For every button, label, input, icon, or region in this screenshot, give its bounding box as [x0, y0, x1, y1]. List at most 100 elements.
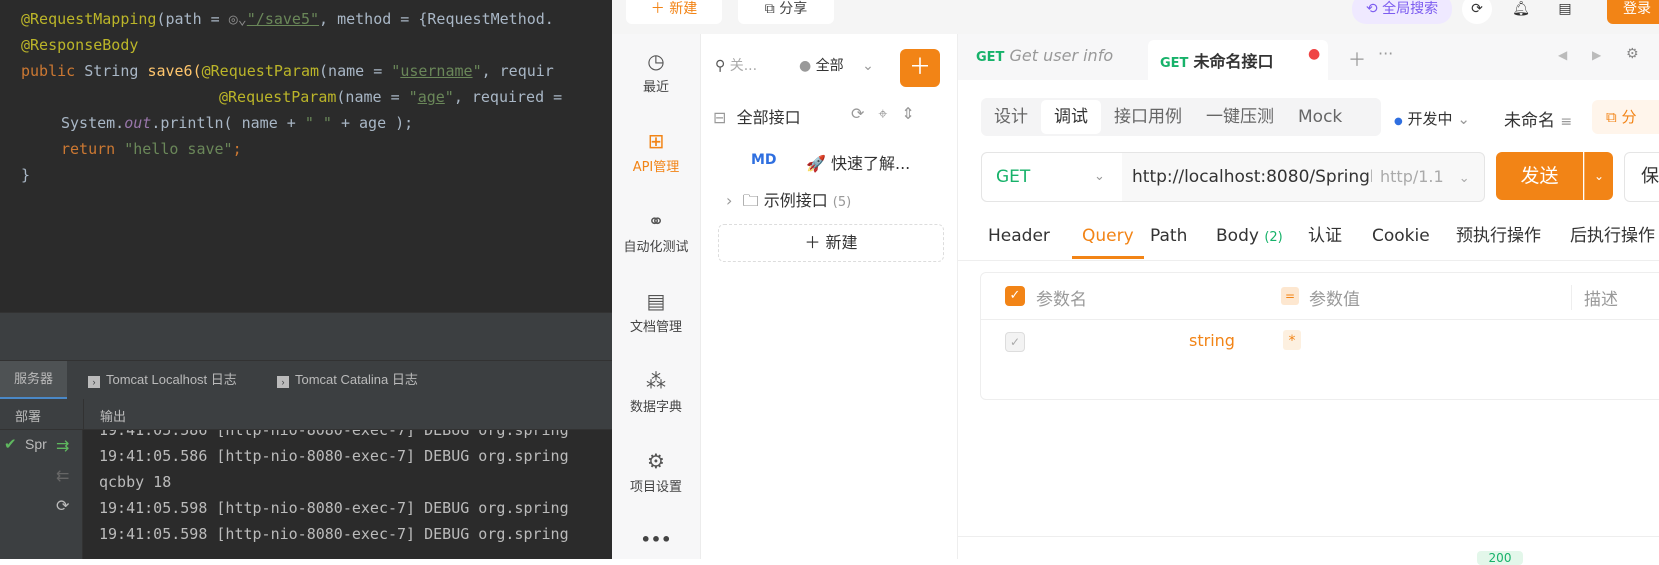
tab-design[interactable]: 设计 — [981, 98, 1041, 136]
flow-icon: ⚭ — [647, 209, 665, 233]
horizontal-scrollbar[interactable] — [0, 312, 612, 323]
add-api-button[interactable]: ＋ — [900, 49, 940, 87]
clock-icon: ◷ — [647, 49, 665, 73]
console-line: 19:41:05.586 [http-nio-8080-exec-7] DEBU… — [99, 430, 569, 439]
mode-tabs: 设计 调试 接口用例 一键压测 Mock — [981, 98, 1381, 136]
code-line-6: return "hello save"; — [61, 140, 242, 158]
console-line: 19:41:05.598 [http-nio-8080-exec-7] DEBU… — [99, 499, 569, 517]
bell-icon[interactable]: 🔔︎ — [1506, 0, 1536, 24]
undeploy-icon[interactable]: ⇇ — [56, 466, 69, 485]
chevron-down-icon: ⌄ — [862, 58, 874, 74]
tab-path[interactable]: Path — [1150, 214, 1187, 258]
url-input[interactable]: http://localhost:8080/SpringM — [1132, 153, 1372, 201]
protocol-select[interactable]: http/1.1 ⌄ — [1380, 153, 1480, 201]
send-dropdown-icon[interactable]: ⌄ — [1584, 152, 1613, 200]
param-value-header: 参数值 — [1309, 290, 1360, 310]
nav-automation-test[interactable]: ⚭ 自动化测试 — [612, 210, 700, 255]
tab-query[interactable]: Query — [1072, 214, 1144, 259]
data-icon: ⁂ — [646, 369, 666, 393]
tree-actions[interactable]: ⟳⌖⇕ — [851, 104, 929, 124]
tab-unnamed-api[interactable]: GET 未命名接口 ● — [1148, 40, 1328, 80]
nav-project-settings[interactable]: ⚙ 项目设置 — [612, 450, 700, 495]
code-line-5: System.out.println( name + " " + age ); — [61, 114, 414, 132]
deploy-label: 部署 — [15, 409, 42, 424]
request-tabs: Header Query Path Body (2) 认证 Cookie 预执行… — [958, 214, 1659, 261]
tab-mock[interactable]: Mock — [1285, 98, 1355, 136]
bulk-edit-icon[interactable]: = — [1281, 287, 1299, 305]
scroll-left-icon[interactable]: ◀ — [1558, 48, 1567, 62]
all-apis-item[interactable]: ⊟ 全部接口 — [713, 104, 801, 128]
api-icon: ⊞ — [647, 129, 665, 153]
tab-auth[interactable]: 认证 — [1308, 214, 1342, 258]
share-doc-button[interactable]: ⧉ 分 — [1592, 100, 1659, 134]
deploy-output-header: 部署 输出 — [0, 399, 612, 430]
sync-icon[interactable]: ⟳ — [1462, 0, 1492, 24]
add-tab-icon[interactable]: ＋ — [1348, 46, 1366, 72]
deploy-panel: ✔ Spr ⇉ ⇇ ⟳ — [0, 430, 83, 559]
env-name[interactable]: 未命名 ≡ — [1504, 106, 1572, 131]
code-line-3: public String save6(@RequestParam(name =… — [21, 62, 554, 80]
top-bar: ＋ 新建 ⧉ 分享 ⟲ 全局搜索 ⟳ 🔔︎ ▤ 登录 — [612, 0, 1659, 34]
row-checkbox[interactable]: ✓ — [1005, 332, 1025, 352]
tree-filter[interactable]: ● 全部 ⌄ — [799, 49, 889, 83]
output-label: 输出 — [100, 409, 127, 424]
method-select[interactable]: GET ⌄ — [982, 153, 1122, 201]
document-icon: ▤ — [646, 289, 666, 313]
more-tabs-icon[interactable]: ··· — [1378, 44, 1393, 63]
nav-recent[interactable]: ◷ 最近 — [612, 50, 700, 95]
refresh-icon[interactable]: ⟳ — [56, 496, 69, 515]
env-selector[interactable]: ● 开发中 ⌄ — [1394, 108, 1470, 129]
tab-cases[interactable]: 接口用例 — [1101, 98, 1195, 136]
global-search-button[interactable]: ⟲ 全局搜索 — [1352, 0, 1452, 24]
new-button[interactable]: ＋ 新建 — [626, 0, 722, 24]
more-icon[interactable]: ••• — [612, 530, 700, 549]
tab-header[interactable]: Header — [988, 214, 1050, 258]
tab-stress[interactable]: 一键压测 — [1193, 98, 1287, 136]
folder-icon: 🗀 — [742, 191, 759, 210]
code-line-2: @ResponseBody — [21, 36, 139, 54]
tab-pre-script[interactable]: 预执行操作 — [1456, 214, 1541, 258]
md-badge: MD — [751, 152, 777, 168]
required-mark[interactable]: * — [1283, 330, 1301, 350]
redeploy-icon[interactable]: ⇉ — [56, 436, 69, 455]
nav-data-dictionary[interactable]: ⁂ 数据字典 — [612, 370, 700, 415]
settings-icon[interactable]: ⚙ — [1626, 46, 1639, 62]
nav-api-management[interactable]: ⊞ API管理 — [612, 130, 700, 175]
quick-start-item[interactable]: 🚀 快速了解... — [806, 150, 910, 174]
tab-tomcat-localhost-log[interactable]: › Tomcat Localhost 日志 — [88, 361, 237, 399]
tab-get-user-info[interactable]: GET Get user info — [976, 46, 1113, 65]
tab-server[interactable]: 服务器 — [0, 361, 68, 399]
console-line: 19:41:05.586 [http-nio-8080-exec-7] DEBU… — [99, 447, 569, 465]
console-line: qcbby 18 — [99, 473, 172, 491]
code-editor[interactable]: @RequestMapping(path = ◎⌄"/save5", metho… — [0, 0, 612, 312]
notes-icon[interactable]: ▤ — [1550, 0, 1580, 24]
new-item-button[interactable]: ＋ 新建 — [718, 224, 944, 262]
left-nav: ◷ 最近 ⊞ API管理 ⚭ 自动化测试 ▤ 文档管理 ⁂ 数据字典 ⚙ 项目设置 ••• — [612, 34, 701, 559]
send-button[interactable]: 发送 — [1496, 152, 1583, 200]
tree-icon: ⊟ — [713, 108, 727, 127]
scroll-right-icon[interactable]: ▶ — [1592, 48, 1601, 62]
deploy-item[interactable]: Spr — [25, 436, 47, 452]
api-tree-panel: ⚲ 关... ● 全部 ⌄ ＋ ⊟ 全部接口 ⟳⌖⇕ MD 🚀 快速了解... … — [701, 34, 958, 559]
main-panel: GET Get user info GET 未命名接口 ● ＋ ··· ◀ ▶ … — [958, 34, 1659, 565]
tab-cookie[interactable]: Cookie — [1372, 214, 1430, 258]
tab-debug[interactable]: 调试 — [1041, 100, 1101, 134]
login-button[interactable]: 登录 — [1607, 0, 1659, 24]
tab-body[interactable]: Body (2) — [1216, 214, 1283, 258]
tab-post-script[interactable]: 后执行操作 — [1570, 214, 1655, 258]
code-line-4: @RequestParam(name = "age", required = — [219, 88, 563, 106]
check-icon: ✔ — [4, 435, 17, 453]
console-line: 19:41:05.598 [http-nio-8080-exec-7] DEBU… — [99, 525, 569, 543]
tree-search[interactable]: ⚲ 关... — [715, 49, 805, 83]
code-line-1: @RequestMapping(path = ◎⌄"/save5", metho… — [21, 10, 554, 28]
param-type[interactable]: string — [1189, 331, 1235, 350]
save-button[interactable]: 保 — [1624, 152, 1659, 202]
response-bar: 200 — [958, 536, 1659, 565]
folder-example-apis[interactable]: › 🗀 示例接口 (5) — [726, 187, 851, 217]
tab-tomcat-catalina-log[interactable]: › Tomcat Catalina 日志 — [277, 361, 418, 399]
console-output[interactable]: 19:41:05.586 [http-nio-8080-exec-7] DEBU… — [84, 430, 612, 559]
share-button[interactable]: ⧉ 分享 — [738, 0, 834, 24]
nav-docs[interactable]: ▤ 文档管理 — [612, 290, 700, 335]
code-line-7: } — [21, 166, 31, 184]
select-all-checkbox[interactable]: ✓ — [1005, 286, 1025, 306]
